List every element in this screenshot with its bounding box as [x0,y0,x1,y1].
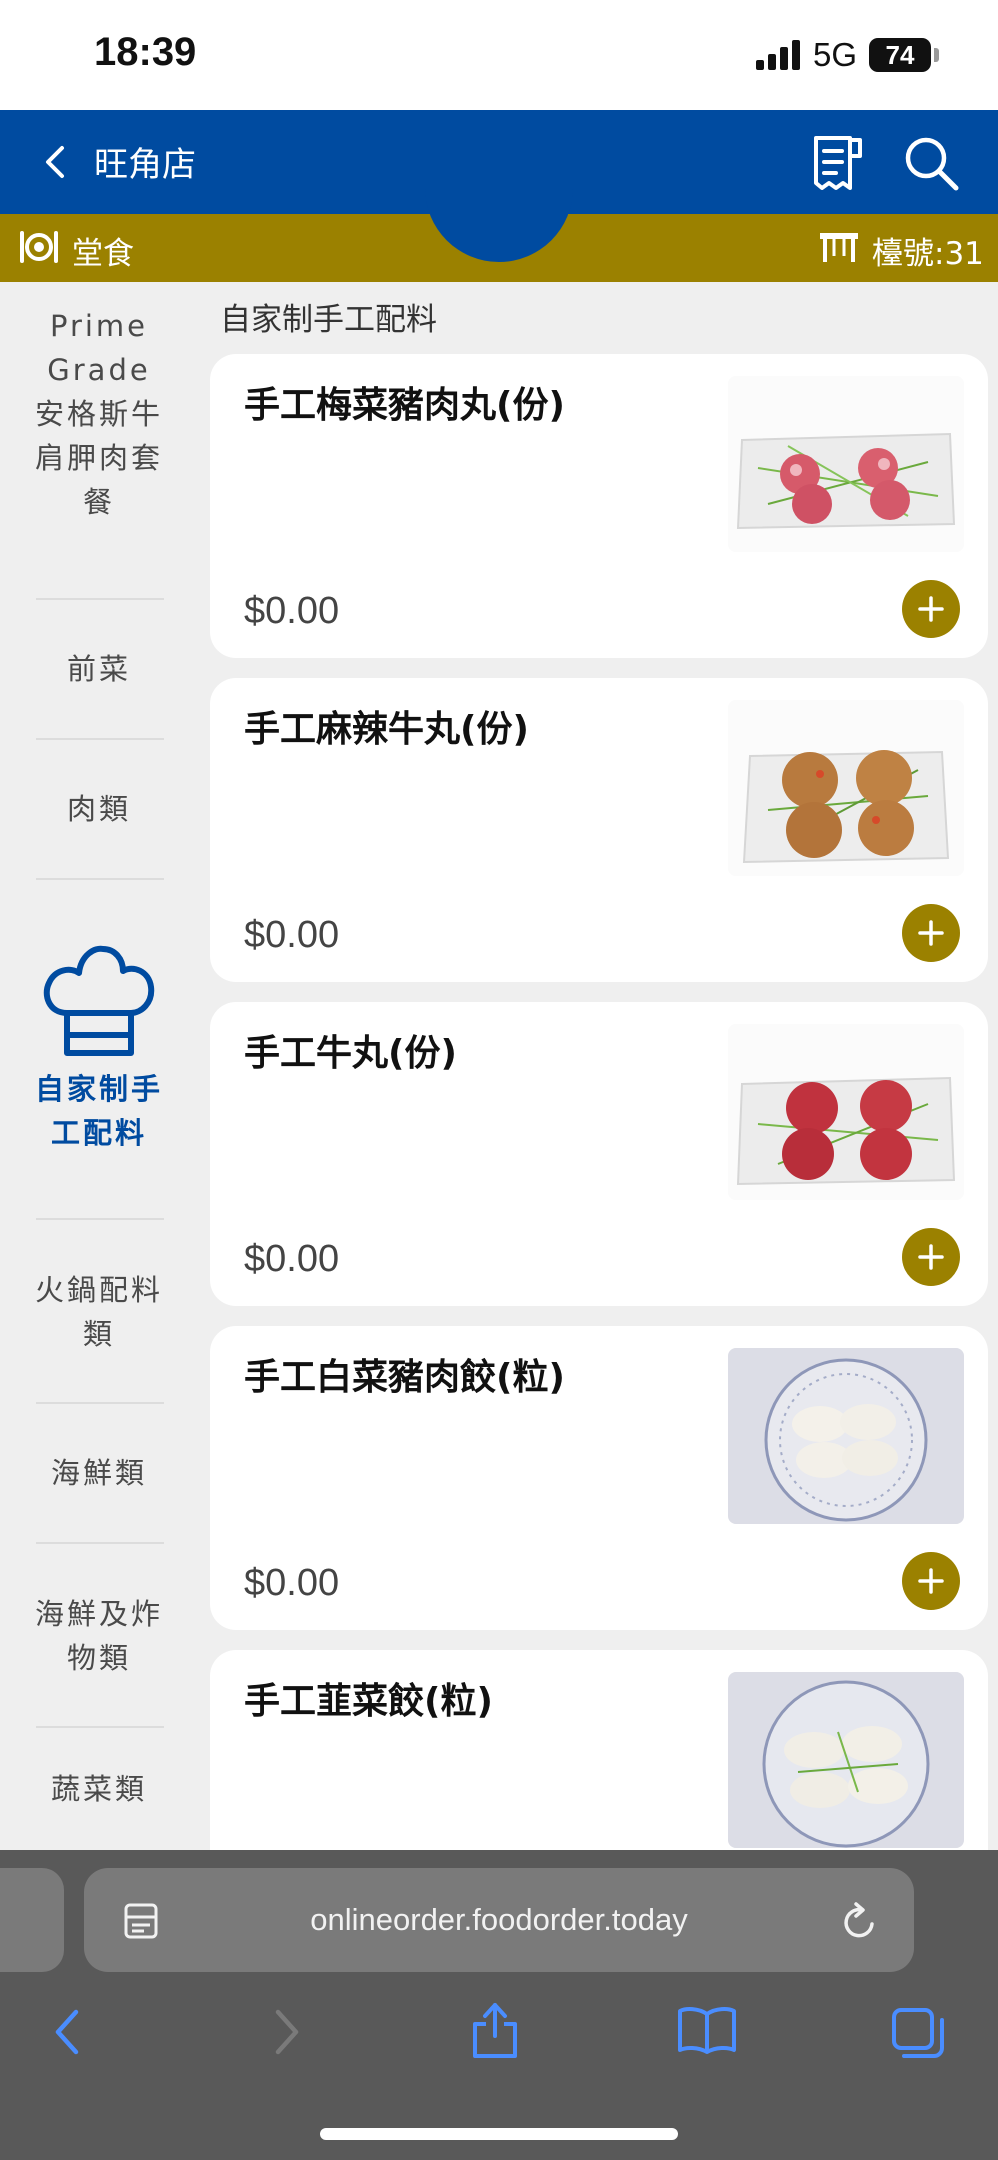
browser-toolbar: onlineorder.foodorder.today [0,1850,998,2160]
beef-balls-photo [728,1024,964,1200]
url-text: onlineorder.foodorder.today [310,1902,688,1937]
address-bar[interactable]: onlineorder.foodorder.today [84,1868,914,1972]
pork-balls-photo [728,376,964,552]
sidebar-item-label: 海鮮及炸物類 [34,1597,163,1675]
sidebar-item-label: Prime Grade 安格斯牛肩胛肉套餐 [34,309,163,519]
sidebar-item-label: 蔬菜類 [50,1772,147,1806]
sidebar-item-homemade[interactable]: 自家制手工配料 [0,880,198,1220]
menu-item-card[interactable]: 手工韮菜餃(粒) [210,1650,988,1850]
table-number: 檯號:31 [872,236,984,272]
menu-item-card[interactable]: 手工白菜豬肉餃(粒) $0.00 [210,1326,988,1630]
item-price: $0.00 [244,1238,340,1280]
status-bar: 18:39 5G 74 [0,0,998,110]
add-to-cart-button[interactable] [902,1228,960,1286]
sidebar-item-meats[interactable]: 肉類 [0,740,198,878]
sidebar-item-label: 自家制手工配料 [34,1072,163,1150]
cabbage-dumplings-photo [728,1348,964,1524]
chive-dumplings-photo [728,1672,964,1848]
home-indicator[interactable] [320,2128,678,2140]
previous-tab-pill[interactable] [0,1868,64,1972]
battery-level: 74 [885,40,915,70]
item-name: 手工麻辣牛丸(份) [244,709,529,750]
sidebar-item-label: 火鍋配料類 [34,1273,163,1351]
plate-cutlery-icon [20,231,58,263]
reload-icon[interactable] [840,1900,880,1942]
item-name: 手工牛丸(份) [244,1033,457,1074]
sidebar-item-vegetables[interactable]: 蔬菜類 [0,1728,198,1850]
forward-icon[interactable] [272,2008,302,2056]
sidebar-item-label: 海鮮類 [50,1456,147,1490]
signal-icon [756,40,800,70]
search-icon[interactable] [902,134,960,192]
sidebar-item-seafood-fried[interactable]: 海鮮及炸物類 [0,1544,198,1728]
menu-item-card[interactable]: 手工梅菜豬肉丸(份) $0.00 [210,354,988,658]
sidebar-item-label: 前菜 [66,652,131,686]
status-time: 18:39 [94,30,197,74]
menu-item-card[interactable]: 手工牛丸(份) $0.00 [210,1002,988,1306]
category-sidebar: Prime Grade 安格斯牛肩胛肉套餐 前菜 肉類 自家制手工配料 火鍋配料… [0,282,198,1850]
item-name: 手工梅菜豬肉丸(份) [244,385,565,426]
bookmarks-icon[interactable] [676,2006,738,2054]
item-price: $0.00 [244,590,340,632]
section-title: 自家制手工配料 [220,302,437,338]
chef-hat-icon [43,945,155,1056]
item-price: $0.00 [244,914,340,956]
menu-item-card[interactable]: 手工麻辣牛丸(份) $0.00 [210,678,988,982]
sidebar-item-appetizers[interactable]: 前菜 [0,600,198,738]
table-icon [820,233,858,262]
battery-cap [934,48,939,62]
plus-icon [918,1244,944,1270]
spicy-beef-balls-photo [728,700,964,876]
store-name: 旺角店 [94,145,196,185]
receipt-icon[interactable] [810,134,866,192]
plus-icon [918,596,944,622]
item-price: $0.00 [244,1562,340,1604]
sidebar-item-hotpot[interactable]: 火鍋配料類 [0,1220,198,1404]
network-type: 5G [813,36,858,73]
battery-icon: 74 [869,38,931,72]
add-to-cart-button[interactable] [902,1552,960,1610]
sidebar-item-label: 肉類 [66,792,131,826]
share-icon[interactable] [470,2000,520,2060]
chevron-left-icon[interactable] [42,144,68,180]
sidebar-item-seafood[interactable]: 海鮮類 [0,1404,198,1542]
add-to-cart-button[interactable] [902,580,960,638]
item-name: 手工白菜豬肉餃(粒) [244,1357,565,1398]
tabs-icon[interactable] [890,2006,946,2060]
sidebar-item-prime-grade[interactable]: Prime Grade 安格斯牛肩胛肉套餐 [0,309,198,519]
item-name: 手工韮菜餃(粒) [244,1681,493,1722]
plus-icon [918,920,944,946]
plus-icon [918,1568,944,1594]
menu-area: Prime Grade 安格斯牛肩胛肉套餐 前菜 肉類 自家制手工配料 火鍋配料… [0,282,998,1850]
back-icon[interactable] [52,2008,82,2056]
dine-mode-label: 堂食 [72,236,134,272]
add-to-cart-button[interactable] [902,904,960,962]
